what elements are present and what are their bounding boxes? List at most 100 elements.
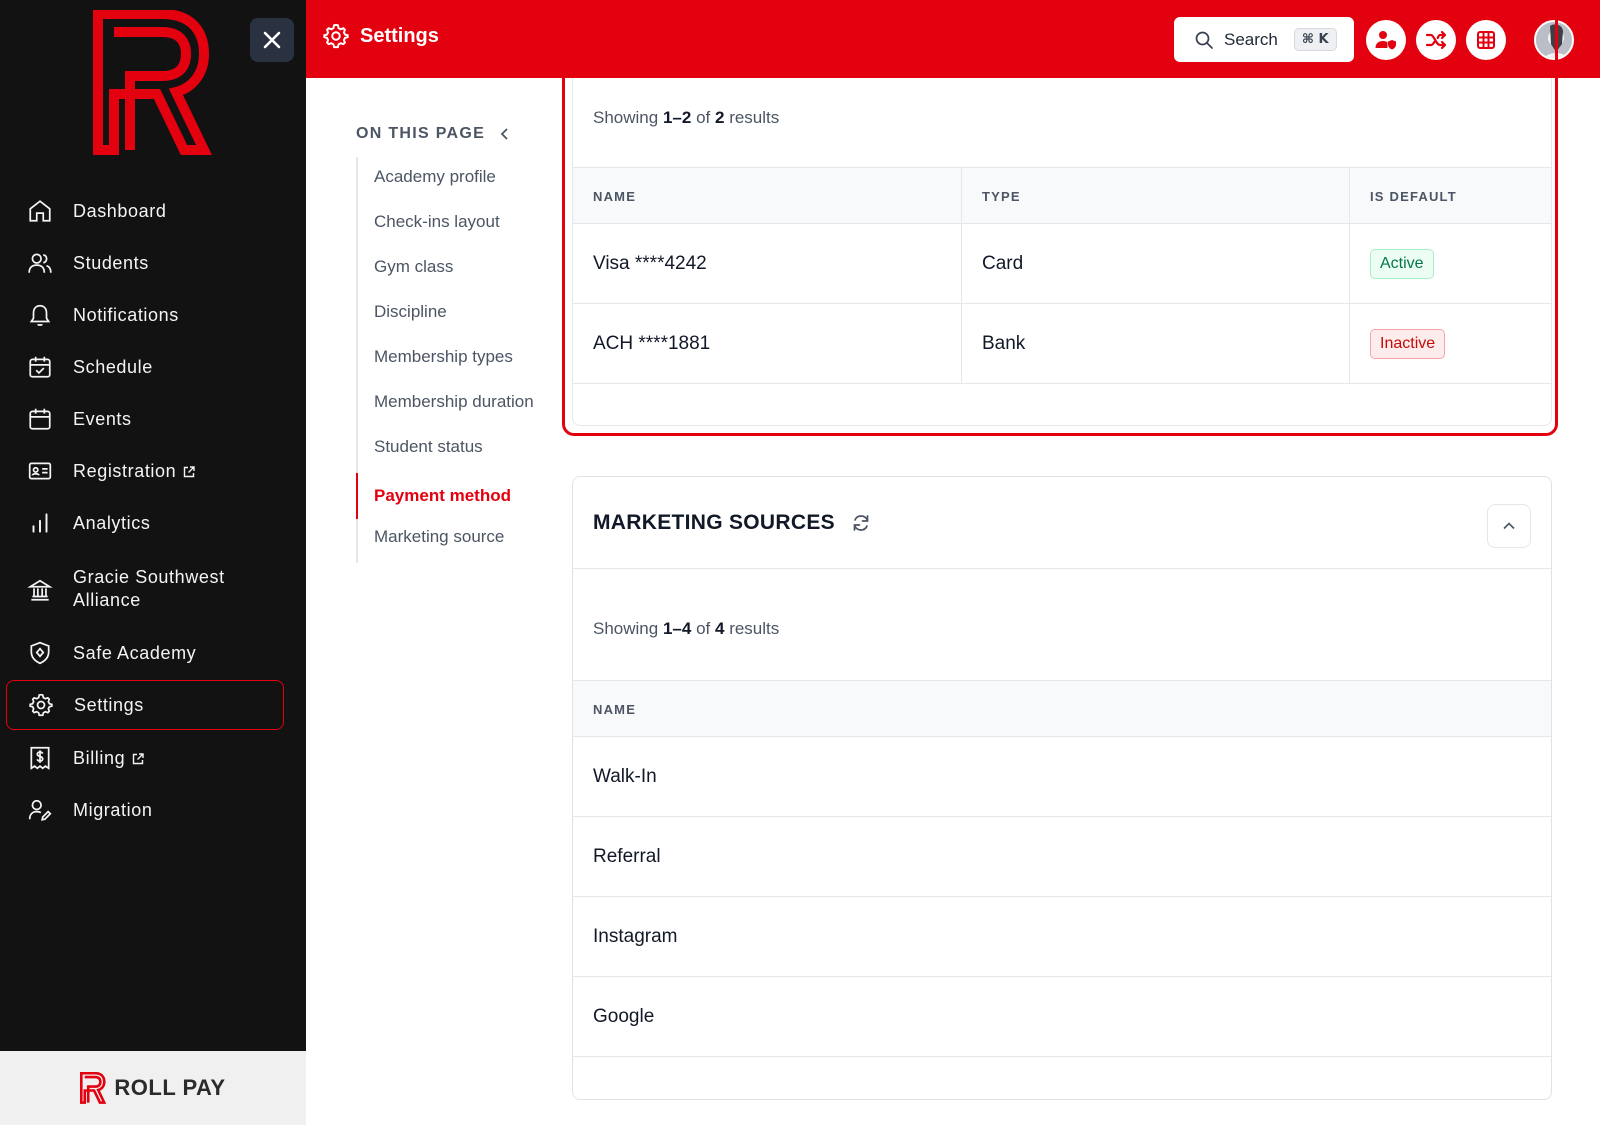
table-row[interactable]: Referral [573, 817, 1551, 897]
rollpay-logo [93, 10, 212, 155]
sidebar-item-notifications[interactable]: Notifications [6, 298, 284, 332]
toc-item-payment-method[interactable]: Payment method [356, 473, 511, 519]
cell-name: Instagram [593, 926, 678, 947]
table-row[interactable]: ACH ****1881 Bank Inactive [573, 304, 1551, 384]
toc-item-marketing-source[interactable]: Marketing source [358, 527, 504, 547]
sidebar-item-label: Settings [74, 694, 144, 715]
refresh-icon[interactable] [851, 513, 871, 533]
sidebar-item-label-line2: Alliance [73, 590, 141, 610]
toc-item-gym-class[interactable]: Gym class [358, 257, 453, 277]
cell-name: Visa ****4242 [593, 253, 707, 274]
results-count: Showing 1–4 of 4 results [593, 619, 779, 639]
bar-chart-icon [26, 509, 54, 537]
column-header-name[interactable]: NAME [573, 681, 1551, 738]
sidebar-item-label: Safe Academy [73, 642, 197, 663]
page-title-text: Settings [360, 24, 439, 47]
bell-icon [26, 301, 54, 329]
cell-name: Referral [593, 846, 661, 867]
sidebar-item-label: Notifications [73, 304, 179, 325]
table-header: NAME [573, 680, 1551, 737]
toc-item-discipline[interactable]: Discipline [358, 302, 447, 322]
marketing-sources-title: MARKETING SOURCES [593, 511, 835, 534]
shield-icon [26, 639, 54, 667]
cell-type: Bank [961, 304, 1349, 384]
cell-name: ACH ****1881 [593, 333, 711, 354]
sidebar-item-gracie-southwest-alliance[interactable]: Gracie Southwest Alliance [6, 566, 284, 614]
table-row[interactable]: Google [573, 977, 1551, 1057]
showing-suffix: results [729, 619, 780, 638]
table-row[interactable]: Walk-In [573, 737, 1551, 817]
chevron-left-icon[interactable] [499, 127, 511, 141]
gear-icon [323, 23, 349, 49]
showing-range: 1–4 [662, 619, 692, 638]
sidebar-item-safe-academy[interactable]: Safe Academy [6, 636, 284, 670]
column-header-name[interactable]: NAME [573, 168, 961, 225]
on-this-page-title: ON THIS PAGE [356, 125, 511, 143]
close-icon [263, 31, 281, 49]
marketing-sources-card: MARKETING SOURCES Showing 1–4 of 4 resul… [572, 476, 1552, 1100]
sidebar-item-registration[interactable]: Registration [6, 454, 284, 488]
bank-icon [26, 576, 54, 604]
sidebar-item-label: Events [73, 408, 132, 429]
sidebar-item-label: Dashboard [73, 200, 167, 221]
showing-of: of [696, 619, 711, 638]
close-sidebar-button[interactable] [250, 18, 294, 62]
showing-prefix: Showing [593, 108, 659, 127]
cell-default: Active [1349, 224, 1551, 304]
gear-icon [27, 691, 55, 719]
column-header-is-default[interactable]: IS DEFAULT [1349, 168, 1551, 225]
calendar-icon [26, 405, 54, 433]
status-badge: Inactive [1370, 329, 1446, 359]
showing-suffix: results [729, 108, 780, 127]
calendar-check-icon [26, 353, 54, 381]
showing-total: 2 [714, 108, 725, 127]
sidebar-item-label: Registration [73, 460, 177, 481]
sidebar-item-analytics[interactable]: Analytics [6, 506, 284, 540]
sidebar-item-settings[interactable]: Settings [6, 680, 284, 730]
chevron-up-icon [1503, 522, 1515, 530]
cell-name: Walk-In [593, 766, 657, 787]
column-header-type[interactable]: TYPE [961, 168, 1349, 225]
toc-item-check-ins-layout[interactable]: Check-ins layout [358, 212, 500, 232]
home-icon [26, 197, 54, 225]
sidebar: Dashboard Students Notifications Schedul… [0, 0, 306, 1125]
sidebar-item-label: Billing [73, 747, 126, 768]
external-link-icon [184, 466, 195, 477]
showing-of: of [696, 108, 711, 127]
toc-item-academy-profile[interactable]: Academy profile [358, 167, 496, 187]
card-header: MARKETING SOURCES [573, 477, 1551, 569]
card-title: MARKETING SOURCES [593, 511, 871, 535]
sidebar-item-label: Migration [73, 799, 153, 820]
rollpay-small-logo [80, 1072, 107, 1104]
sidebar-item-events[interactable]: Events [6, 402, 284, 436]
sidebar-item-schedule[interactable]: Schedule [6, 350, 284, 384]
cell-name: Google [593, 1006, 655, 1027]
on-this-page-nav: Academy profile Check-ins layout Gym cla… [356, 157, 546, 563]
status-badge: Active [1370, 249, 1434, 279]
table-row[interactable]: Instagram [573, 897, 1551, 977]
sidebar-item-label: Schedule [73, 356, 153, 377]
sidebar-item-dashboard[interactable]: Dashboard [6, 194, 284, 228]
sidebar-item-students[interactable]: Students [6, 246, 284, 280]
sidebar-item-billing[interactable]: Billing [6, 741, 284, 775]
toc-item-membership-duration[interactable]: Membership duration [358, 392, 534, 412]
external-link-icon [133, 753, 144, 764]
payment-methods-card: Showing 1–2 of 2 results NAME TYPE IS DE… [572, 78, 1552, 426]
toc-item-membership-types[interactable]: Membership types [358, 347, 513, 367]
cell-default: Inactive [1349, 304, 1551, 384]
user-edit-icon [26, 796, 54, 824]
sidebar-item-migration[interactable]: Migration [6, 793, 284, 827]
sidebar-item-label: Analytics [73, 512, 151, 533]
results-count: Showing 1–2 of 2 results [593, 108, 779, 128]
toc-item-student-status[interactable]: Student status [358, 437, 483, 457]
footer-brand-text: ROLL PAY [114, 1075, 226, 1100]
users-icon [26, 249, 54, 277]
collapse-button[interactable] [1487, 504, 1531, 548]
sidebar-footer: ROLL PAY [0, 1051, 306, 1125]
receipt-dollar-icon [26, 744, 54, 772]
table-header: NAME TYPE IS DEFAULT [573, 167, 1551, 225]
table-row[interactable]: Visa ****4242 Card Active [573, 224, 1551, 304]
showing-range: 1–2 [662, 108, 692, 127]
page-title: Settings [322, 22, 439, 50]
showing-prefix: Showing [593, 619, 659, 638]
